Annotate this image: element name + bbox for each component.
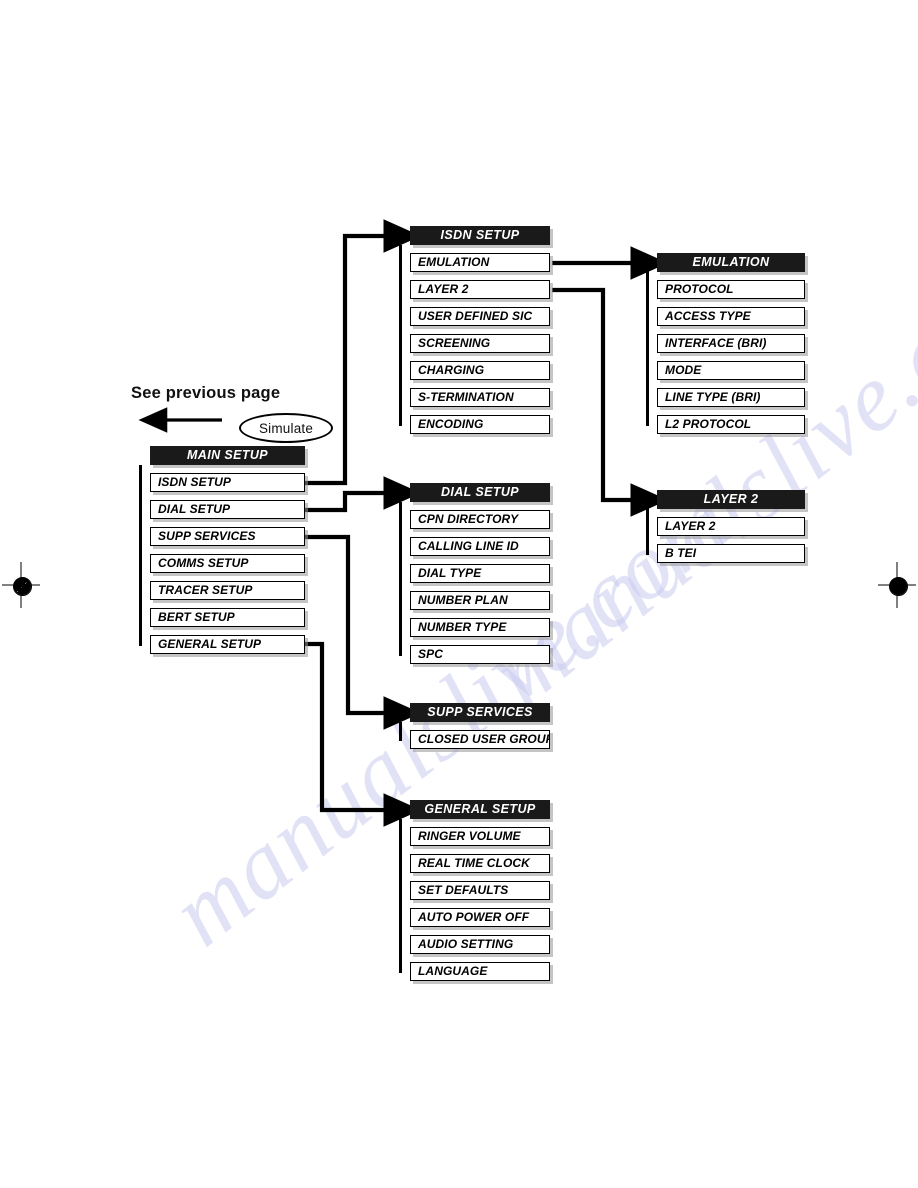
group-emulation: EMULATION PROTOCOL ACCESS TYPE INTERFACE… [646,253,805,434]
group-spine [399,722,403,741]
menu-item-charging[interactable]: CHARGING [410,361,550,380]
group-title-dial-setup: DIAL SETUP [410,483,550,502]
diagram-page: manualslive.com manualslive.com [0,0,918,1188]
menu-item-dial-setup[interactable]: DIAL SETUP [150,500,305,519]
regmark-circle [12,576,32,596]
menu-item-ringer-volume[interactable]: RINGER VOLUME [410,827,550,846]
connector-main-general [302,641,422,827]
group-layer-2: LAYER 2 LAYER 2 B TEI [646,490,805,563]
menu-item-supp-services[interactable]: SUPP SERVICES [150,527,305,546]
menu-item-number-type[interactable]: NUMBER TYPE [410,618,550,637]
menu-item-tracer-setup[interactable]: TRACER SETUP [150,581,305,600]
menu-item-comms-setup[interactable]: COMMS SETUP [150,554,305,573]
group-items-emulation: PROTOCOL ACCESS TYPE INTERFACE (BRI) MOD… [646,262,805,434]
group-title-supp-services: SUPP SERVICES [410,703,550,722]
group-items-isdn-setup: EMULATION LAYER 2 USER DEFINED SIC SCREE… [399,245,550,434]
menu-item-closed-user-group[interactable]: CLOSED USER GROUP [410,730,550,749]
menu-item-user-defined-sic[interactable]: USER DEFINED SIC [410,307,550,326]
group-title-isdn-setup: ISDN SETUP [410,226,550,245]
group-spine [399,502,403,656]
menu-item-protocol[interactable]: PROTOCOL [657,280,805,299]
connector-main-isdn [302,219,422,486]
group-general-setup: GENERAL SETUP RINGER VOLUME REAL TIME CL… [399,800,550,981]
group-main-setup: MAIN SETUP ISDN SETUP DIAL SETUP SUPP SE… [139,446,305,654]
group-title-general-setup: GENERAL SETUP [410,800,550,819]
menu-item-spc[interactable]: SPC [410,645,550,664]
group-items-general-setup: RINGER VOLUME REAL TIME CLOCK SET DEFAUL… [399,819,550,981]
menu-item-isdn-setup[interactable]: ISDN SETUP [150,473,305,492]
group-title-layer-2: LAYER 2 [657,490,805,509]
menu-item-real-time-clock[interactable]: REAL TIME CLOCK [410,854,550,873]
regmark-circle [888,576,908,596]
simulate-node[interactable]: Simulate [239,413,333,443]
menu-item-layer-2[interactable]: LAYER 2 [657,517,805,536]
group-spine [399,245,403,426]
group-title-emulation: EMULATION [657,253,805,272]
menu-item-s-termination[interactable]: S-TERMINATION [410,388,550,407]
registration-mark-icon [878,562,916,608]
menu-item-interface-bri[interactable]: INTERFACE (BRI) [657,334,805,353]
group-items-layer-2: LAYER 2 B TEI [646,499,805,563]
group-spine [139,465,143,646]
menu-item-b-tei[interactable]: B TEI [657,544,805,563]
group-items-supp-services: CLOSED USER GROUP [399,722,550,749]
group-spine [646,499,650,555]
connector-main-dial [302,476,422,513]
menu-item-language[interactable]: LANGUAGE [410,962,550,981]
group-isdn-setup: ISDN SETUP EMULATION LAYER 2 USER DEFINE… [399,226,550,434]
group-supp-services: SUPP SERVICES CLOSED USER GROUP [399,703,550,749]
group-items-dial-setup: CPN DIRECTORY CALLING LINE ID DIAL TYPE … [399,502,550,664]
menu-item-number-plan[interactable]: NUMBER PLAN [410,591,550,610]
menu-item-cpn-directory[interactable]: CPN DIRECTORY [410,510,550,529]
menu-item-emulation[interactable]: EMULATION [410,253,550,272]
connector-main-supp [302,534,422,730]
menu-item-auto-power-off[interactable]: AUTO POWER OFF [410,908,550,927]
group-spine [399,819,403,973]
connector-isdn-layer2 [552,287,669,517]
group-spine [646,262,650,426]
menu-item-access-type[interactable]: ACCESS TYPE [657,307,805,326]
menu-item-layer-2[interactable]: LAYER 2 [410,280,550,299]
group-items-main-setup: ISDN SETUP DIAL SETUP SUPP SERVICES COMM… [139,465,305,654]
menu-item-dial-type[interactable]: DIAL TYPE [410,564,550,583]
group-dial-setup: DIAL SETUP CPN DIRECTORY CALLING LINE ID… [399,483,550,664]
menu-item-encoding[interactable]: ENCODING [410,415,550,434]
menu-item-bert-setup[interactable]: BERT SETUP [150,608,305,627]
menu-item-screening[interactable]: SCREENING [410,334,550,353]
menu-item-general-setup[interactable]: GENERAL SETUP [150,635,305,654]
menu-item-line-type-bri[interactable]: LINE TYPE (BRI) [657,388,805,407]
menu-item-audio-setting[interactable]: AUDIO SETTING [410,935,550,954]
see-previous-page-label: See previous page [131,384,281,402]
menu-item-set-defaults[interactable]: SET DEFAULTS [410,881,550,900]
menu-item-calling-line-id[interactable]: CALLING LINE ID [410,537,550,556]
registration-mark-icon [2,562,40,608]
menu-item-mode[interactable]: MODE [657,361,805,380]
group-title-main-setup: MAIN SETUP [150,446,305,465]
simulate-label: Simulate [258,420,314,436]
menu-item-l2-protocol[interactable]: L2 PROTOCOL [657,415,805,434]
